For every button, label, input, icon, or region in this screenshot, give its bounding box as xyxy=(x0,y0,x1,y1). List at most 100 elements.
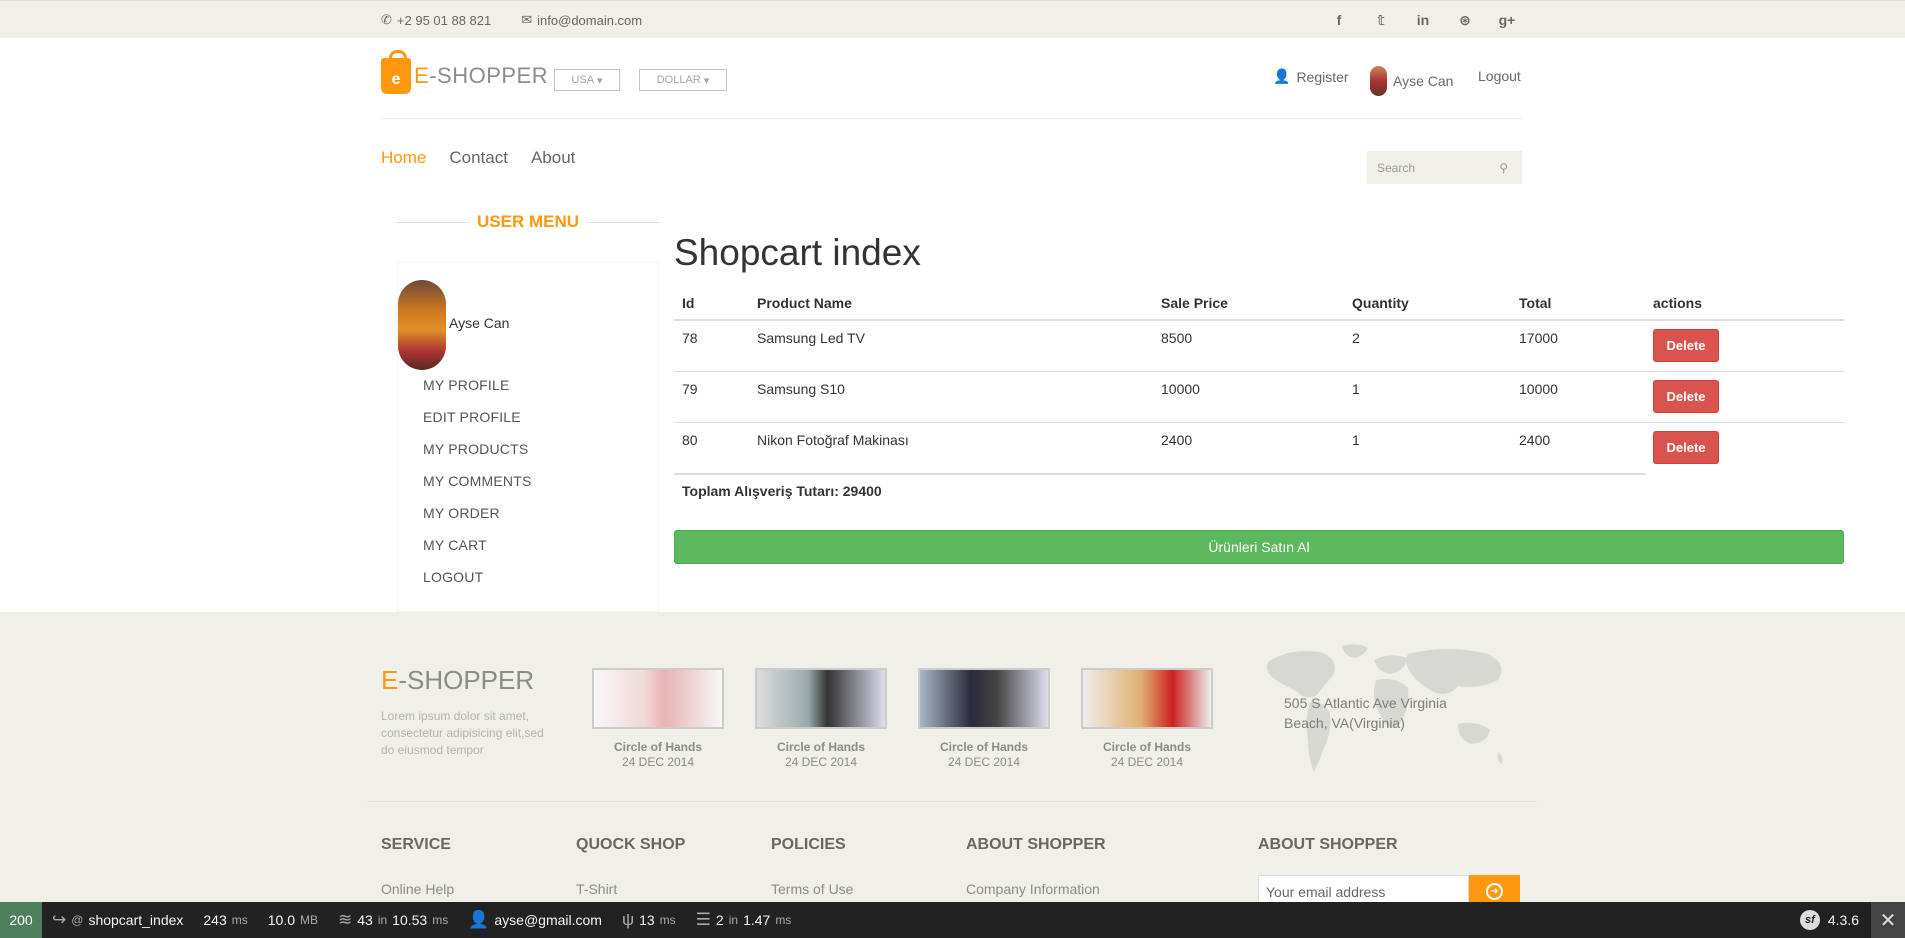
register-link[interactable]: 👤 Register xyxy=(1273,68,1349,85)
status-badge[interactable]: 200 xyxy=(0,902,42,938)
in-label: in xyxy=(728,913,739,927)
video-date: 24 DEC 2014 xyxy=(1110,755,1184,769)
footer-divider xyxy=(367,801,1537,802)
footer-link[interactable]: Online Help xyxy=(381,881,454,897)
route-info[interactable]: ↪ @ shopcart_index xyxy=(42,902,193,938)
email-address[interactable]: info@domain.com xyxy=(537,13,642,28)
facebook-icon[interactable]: f xyxy=(1318,12,1360,28)
envelope-icon: ✉ xyxy=(521,12,533,27)
linkedin-icon[interactable]: in xyxy=(1402,12,1444,28)
menu-my-comments[interactable]: MY COMMENTS xyxy=(423,465,532,497)
cell-actions: Delete xyxy=(1645,320,1844,372)
user-menu-panel: Ayse Can MY PROFILE EDIT PROFILE MY PROD… xyxy=(397,262,659,612)
time-info[interactable]: 243 ms xyxy=(193,902,257,938)
close-icon[interactable]: ✕ xyxy=(1871,902,1905,938)
avatar xyxy=(1370,66,1387,96)
table-row: 78 Samsung Led TV 8500 2 17000 Delete xyxy=(674,320,1844,372)
menu-logout[interactable]: LOGOUT xyxy=(423,561,532,593)
delete-button[interactable]: Delete xyxy=(1653,329,1719,362)
cell-sale-price: 8500 xyxy=(1153,320,1344,372)
cache-unit: ms xyxy=(432,913,449,927)
cache-info[interactable]: ≋ 43 in 10.53 ms xyxy=(328,902,458,938)
main-nav: Home Contact About xyxy=(381,148,575,168)
db-count: 2 xyxy=(715,912,724,928)
menu-my-profile[interactable]: MY PROFILE xyxy=(423,369,532,401)
cell-product-name: Nikon Fotoğraf Makinası xyxy=(749,422,1153,474)
delete-button[interactable]: Delete xyxy=(1653,430,1719,464)
footer: E-SHOPPER Lorem ipsum dolor sit amet, co… xyxy=(0,612,1905,907)
memory-info[interactable]: 10.0 MB xyxy=(258,902,328,938)
footer-link[interactable]: Company Information xyxy=(966,881,1106,897)
video-thumbnail[interactable] xyxy=(592,668,724,729)
video-date: 24 DEC 2014 xyxy=(784,755,858,769)
footer-link[interactable]: T-Shirt xyxy=(576,881,685,897)
user-info[interactable]: 👤 ayse@gmail.com xyxy=(458,902,612,938)
cell-actions: Delete xyxy=(1645,371,1844,423)
cell-actions: Delete xyxy=(1645,422,1844,473)
user-name: Ayse Can xyxy=(1393,73,1454,89)
menu-my-cart[interactable]: MY CART xyxy=(423,529,532,561)
footer-column-title: ABOUT SHOPPER xyxy=(1258,836,1398,853)
divider xyxy=(397,221,467,223)
video-item[interactable]: Circle of Hands 24 DEC 2014 xyxy=(918,668,1050,769)
google-plus-icon[interactable]: g+ xyxy=(1486,12,1528,28)
footer-column-title: SERVICE xyxy=(381,836,451,853)
email-info[interactable]: ✉ info@domain.com xyxy=(521,12,642,28)
nav-about[interactable]: About xyxy=(531,148,575,168)
top-bar: ✆ +2 95 01 88 821 ✉ info@domain.com f 𝕥 … xyxy=(0,0,1905,38)
store-address: 505 S Atlantic Ave Virginia Beach, VA(Vi… xyxy=(1284,695,1447,731)
column-header: actions xyxy=(1645,287,1844,321)
cell-quantity: 2 xyxy=(1344,320,1511,372)
cache-count: 43 xyxy=(357,912,373,928)
phone-icon: ✆ xyxy=(381,12,392,27)
nav-contact[interactable]: Contact xyxy=(449,148,508,168)
symfony-version[interactable]: sf 4.3.6 xyxy=(1799,902,1859,938)
video-item[interactable]: Circle of Hands 24 DEC 2014 xyxy=(755,668,887,769)
logout-link[interactable]: Logout xyxy=(1478,68,1521,84)
search-input[interactable]: Search ⚲ xyxy=(1367,151,1522,184)
route-name: shopcart_index xyxy=(88,912,184,928)
db-unit: ms xyxy=(775,913,792,927)
video-thumbnail[interactable] xyxy=(755,668,887,729)
nav-home[interactable]: Home xyxy=(381,148,426,168)
twig-info[interactable]: ψ 13 ms xyxy=(612,902,686,938)
video-title: Circle of Hands xyxy=(939,740,1029,754)
sidebar-user-name: Ayse Can xyxy=(449,315,510,331)
video-date: 24 DEC 2014 xyxy=(947,755,1021,769)
delete-button[interactable]: Delete xyxy=(1653,379,1719,413)
user-account-link[interactable]: Ayse Can xyxy=(1370,66,1453,96)
db-time: 1.47 xyxy=(743,912,771,928)
menu-my-order[interactable]: MY ORDER xyxy=(423,497,532,529)
cell-sale-price: 10000 xyxy=(1153,371,1344,423)
at-icon: @ xyxy=(71,913,84,927)
time-value: 243 xyxy=(203,912,227,928)
video-thumbnail[interactable] xyxy=(1081,668,1213,729)
country-dropdown[interactable]: USA ▾ xyxy=(554,69,620,91)
table-header-row: Id Product Name Sale Price Quantity Tota… xyxy=(674,287,1844,321)
cell-product-name: Samsung Led TV xyxy=(749,320,1153,372)
contact-info: ✆ +2 95 01 88 821 ✉ info@domain.com xyxy=(381,1,642,39)
menu-my-products[interactable]: MY PRODUCTS xyxy=(423,433,532,465)
debug-toolbar: 200 ↪ @ shopcart_index 243 ms 10.0 MB ≋ … xyxy=(0,902,1905,938)
logout-label: Logout xyxy=(1478,68,1521,84)
divider xyxy=(589,221,660,223)
search-icon[interactable]: ⚲ xyxy=(1499,161,1508,175)
caret-down-icon: ▾ xyxy=(597,74,603,87)
currency-dropdown[interactable]: DOLLAR ▾ xyxy=(639,69,727,91)
user-menu-title: USER MENU xyxy=(397,212,660,232)
video-item[interactable]: Circle of Hands 24 DEC 2014 xyxy=(592,668,724,769)
checkout-button[interactable]: Ürünleri Satın Al xyxy=(674,530,1844,564)
video-item[interactable]: Circle of Hands 24 DEC 2014 xyxy=(1081,668,1213,769)
footer-link[interactable]: Terms of Use xyxy=(771,881,853,897)
twitter-icon[interactable]: 𝕥 xyxy=(1360,12,1402,29)
footer-column-quick-shop: QUOCK SHOP T-Shirt xyxy=(576,836,685,897)
footer-column-about: ABOUT SHOPPER Company Information xyxy=(966,836,1106,897)
database-info[interactable]: ☰ 2 in 1.47 ms xyxy=(686,902,802,938)
site-logo[interactable]: e E-SHOPPER xyxy=(381,50,548,94)
menu-edit-profile[interactable]: EDIT PROFILE xyxy=(423,401,532,433)
video-thumbnail[interactable] xyxy=(918,668,1050,729)
column-header: Quantity xyxy=(1344,287,1511,321)
cell-total: 17000 xyxy=(1511,320,1645,372)
dribbble-icon[interactable]: ⊛ xyxy=(1444,12,1486,29)
video-title: Circle of Hands xyxy=(776,740,866,754)
